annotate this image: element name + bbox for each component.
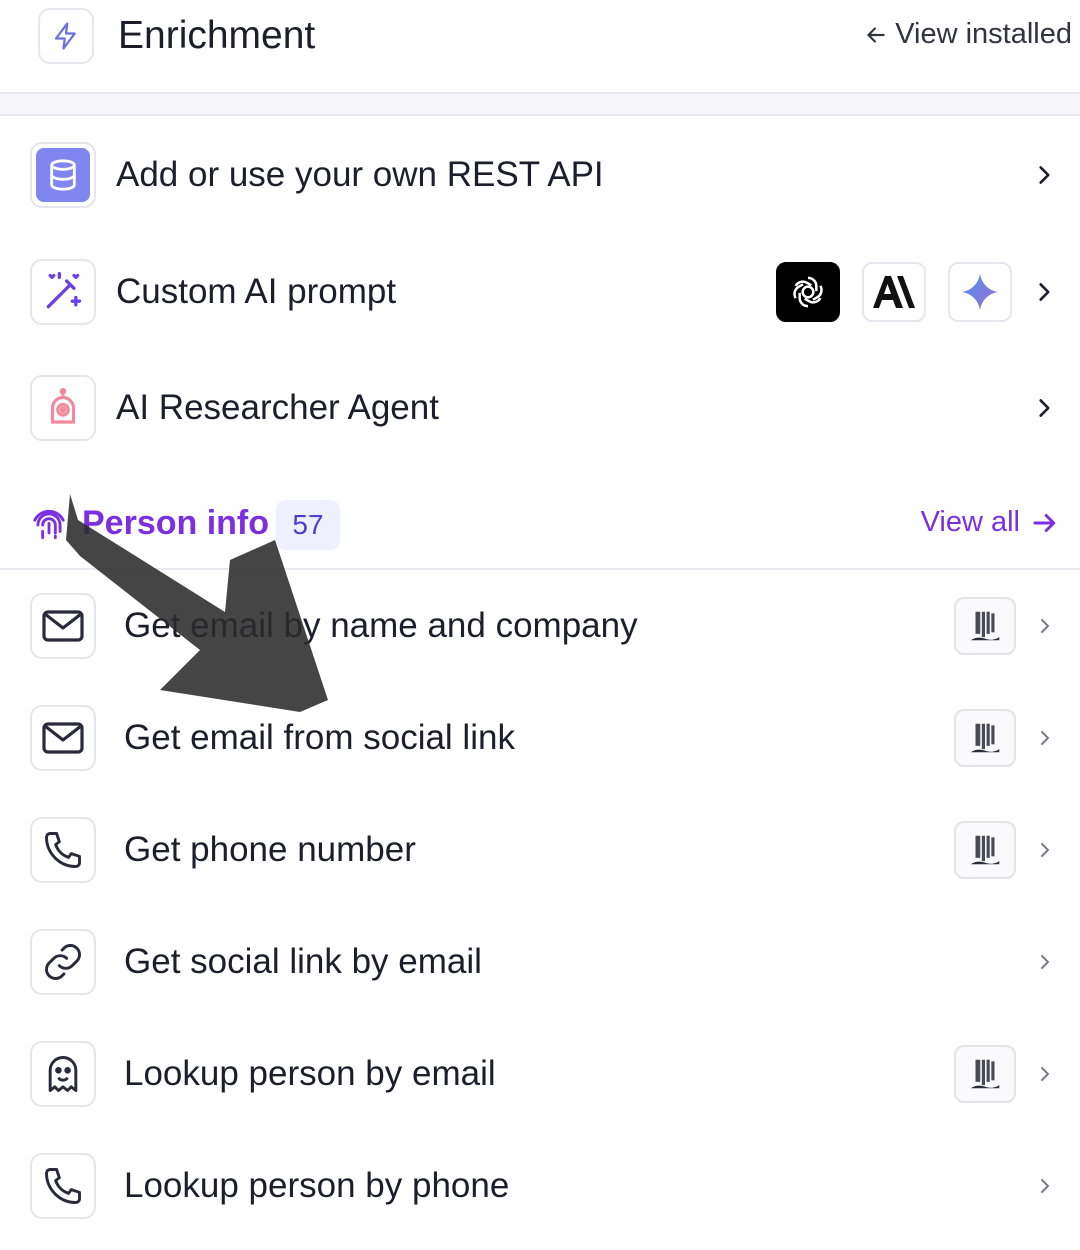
list-item-label: Get email by name and company [124, 606, 638, 645]
view-all-label: View all [920, 506, 1020, 538]
phone-icon [30, 1153, 96, 1219]
chevron-right-icon [1032, 162, 1058, 188]
header: Enrichment View installed [0, 0, 1080, 92]
openai-logo-icon [776, 262, 840, 322]
list-item-label: Get social link by email [124, 942, 482, 981]
chevron-right-icon [1032, 837, 1058, 863]
header-divider [0, 92, 1080, 116]
page-title: Enrichment [118, 14, 316, 57]
list-item-lookup-by-email[interactable]: Lookup person by email [0, 1018, 1080, 1130]
magic-wand-icon [30, 259, 96, 325]
arrow-left-icon [867, 26, 885, 43]
mail-icon [30, 705, 96, 771]
view-installed-link[interactable]: View installed [863, 18, 1072, 51]
list-item-label: Get phone number [124, 830, 416, 869]
list-item-custom-ai-prompt[interactable]: Custom AI prompt [0, 236, 1080, 348]
link-icon [30, 929, 96, 995]
ghost-icon [30, 1041, 96, 1107]
gemini-logo-icon [948, 262, 1012, 322]
arrow-right-icon [1033, 513, 1056, 532]
phone-icon [30, 817, 96, 883]
view-installed-label: View installed [895, 18, 1072, 50]
list-item-social-by-email[interactable]: Get social link by email [0, 906, 1080, 1018]
chevron-right-icon [1032, 613, 1058, 639]
view-all-link[interactable]: View all [921, 506, 1060, 539]
chevron-right-icon [1032, 1061, 1058, 1087]
list-item-label: Custom AI prompt [116, 272, 397, 311]
list-item-label: Lookup person by email [124, 1054, 496, 1093]
waterfall-icon [954, 1045, 1016, 1103]
robot-icon [30, 375, 96, 441]
anthropic-logo-icon [862, 262, 926, 322]
count-badge: 57 [276, 500, 340, 550]
chevron-right-icon [1032, 1173, 1058, 1199]
database-icon [30, 142, 96, 208]
mail-icon [30, 593, 96, 659]
fingerprint-icon [30, 506, 68, 544]
section-person-info: Person info 57 View all [0, 490, 1080, 570]
list-item-label: Add or use your own REST API [116, 155, 604, 194]
chevron-right-icon [1032, 279, 1058, 305]
waterfall-icon [954, 709, 1016, 767]
list-item-label: AI Researcher Agent [116, 388, 439, 427]
list-item-phone-number[interactable]: Get phone number [0, 794, 1080, 906]
chevron-right-icon [1032, 949, 1058, 975]
list-item-ai-researcher[interactable]: AI Researcher Agent [0, 352, 1080, 464]
chevron-right-icon [1032, 395, 1058, 421]
chevron-right-icon [1032, 725, 1058, 751]
list-item-label: Lookup person by phone [124, 1166, 510, 1205]
list-item-label: Get email from social link [124, 718, 515, 757]
list-item-email-by-name[interactable]: Get email by name and company [0, 570, 1080, 682]
list-item-email-from-social[interactable]: Get email from social link [0, 682, 1080, 794]
section-title: Person info [82, 504, 270, 542]
lightning-icon [38, 8, 94, 64]
waterfall-icon [954, 821, 1016, 879]
list-item-rest-api[interactable]: Add or use your own REST API [0, 119, 1080, 231]
waterfall-icon [954, 597, 1016, 655]
list-item-lookup-by-phone[interactable]: Lookup person by phone [0, 1130, 1080, 1242]
